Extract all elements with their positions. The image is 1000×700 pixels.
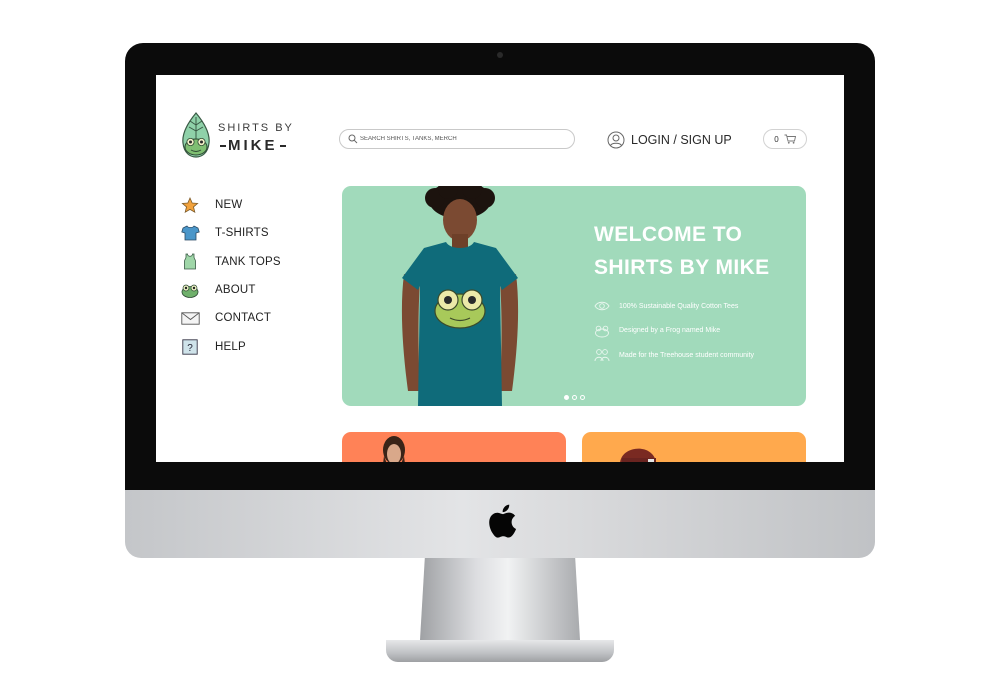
feature-text: Designed by a Frog named Mike bbox=[619, 327, 721, 335]
sidebar-item-tank-tops[interactable]: TANK TOPS bbox=[180, 248, 300, 276]
login-signup-button[interactable]: LOGIN / SIGN UP bbox=[607, 130, 732, 150]
hero-title: WELCOME TO SHIRTS BY MIKE bbox=[594, 223, 770, 279]
feature-item: Made for the Treehouse student community bbox=[594, 343, 804, 368]
login-label: LOGIN / SIGN UP bbox=[631, 133, 732, 147]
hero-features: 100% Sustainable Quality Cotton Tees Des… bbox=[594, 294, 804, 368]
feature-text: 100% Sustainable Quality Cotton Tees bbox=[619, 302, 739, 310]
sidebar-item-label: T-SHIRTS bbox=[215, 227, 269, 240]
brand-line1: SHIRTS BY bbox=[218, 122, 294, 134]
eye-icon bbox=[594, 302, 610, 311]
promo-card-tank-tops[interactable] bbox=[582, 432, 806, 462]
sidebar-item-about[interactable]: ABOUT bbox=[180, 276, 300, 304]
sidebar-item-label: TANK TOPS bbox=[215, 255, 281, 268]
people-icon bbox=[594, 349, 610, 362]
feature-text: Made for the Treehouse student community bbox=[619, 351, 755, 359]
tshirt-icon bbox=[180, 224, 200, 242]
promo-card-tshirts[interactable] bbox=[342, 432, 566, 462]
sidebar-item-label: NEW bbox=[215, 199, 243, 212]
sidebar-item-contact[interactable]: CONTACT bbox=[180, 304, 300, 332]
cart-button[interactable]: 0 bbox=[763, 129, 807, 149]
screen: SHIRTS BY MIKE LOGIN / SIGN UP 0 bbox=[156, 75, 844, 462]
carousel-dots bbox=[564, 395, 585, 400]
svg-text:?: ? bbox=[187, 343, 193, 354]
brand-line2: MIKE bbox=[218, 137, 288, 154]
sidebar-item-help[interactable]: ? HELP bbox=[180, 332, 300, 360]
model-photo-woman bbox=[383, 436, 405, 462]
apple-logo-icon bbox=[489, 504, 517, 538]
model-photo bbox=[401, 186, 519, 406]
envelope-icon bbox=[180, 309, 200, 327]
tank-top-icon bbox=[180, 253, 200, 271]
sidebar-item-t-shirts[interactable]: T-SHIRTS bbox=[180, 219, 300, 247]
sidebar-nav: NEW T-SHIRTS TANK TOPS ABOUT CONTACT ? H… bbox=[180, 191, 300, 361]
cart-count: 0 bbox=[774, 134, 779, 144]
user-icon bbox=[607, 131, 625, 149]
monitor-stand-neck bbox=[420, 558, 580, 640]
sidebar-item-label: CONTACT bbox=[215, 312, 272, 325]
search-icon bbox=[348, 134, 358, 144]
search-bar[interactable] bbox=[339, 129, 575, 149]
frog-face-icon bbox=[595, 325, 609, 338]
sidebar-item-new[interactable]: NEW bbox=[180, 191, 300, 219]
search-input[interactable] bbox=[360, 132, 566, 146]
monitor-stand-base bbox=[386, 640, 614, 662]
cart-icon bbox=[784, 134, 796, 144]
carousel-dot[interactable] bbox=[580, 395, 585, 400]
model-photo-beanie bbox=[620, 448, 656, 462]
frog-icon bbox=[180, 281, 200, 299]
sidebar-item-label: HELP bbox=[215, 340, 246, 353]
star-icon bbox=[180, 196, 200, 214]
help-icon: ? bbox=[180, 338, 200, 356]
camera-icon bbox=[497, 52, 503, 58]
hero-banner: WELCOME TO SHIRTS BY MIKE 100% Sustainab… bbox=[342, 186, 806, 406]
monitor-chin bbox=[125, 490, 875, 558]
carousel-dot[interactable] bbox=[572, 395, 577, 400]
sidebar-item-label: ABOUT bbox=[215, 284, 256, 297]
feature-item: Designed by a Frog named Mike bbox=[594, 319, 804, 344]
feature-item: 100% Sustainable Quality Cotton Tees bbox=[594, 294, 804, 319]
carousel-dot[interactable] bbox=[564, 395, 569, 400]
frog-leaf-logo-icon bbox=[182, 112, 210, 158]
brand-logo[interactable]: SHIRTS BY MIKE bbox=[178, 111, 298, 161]
